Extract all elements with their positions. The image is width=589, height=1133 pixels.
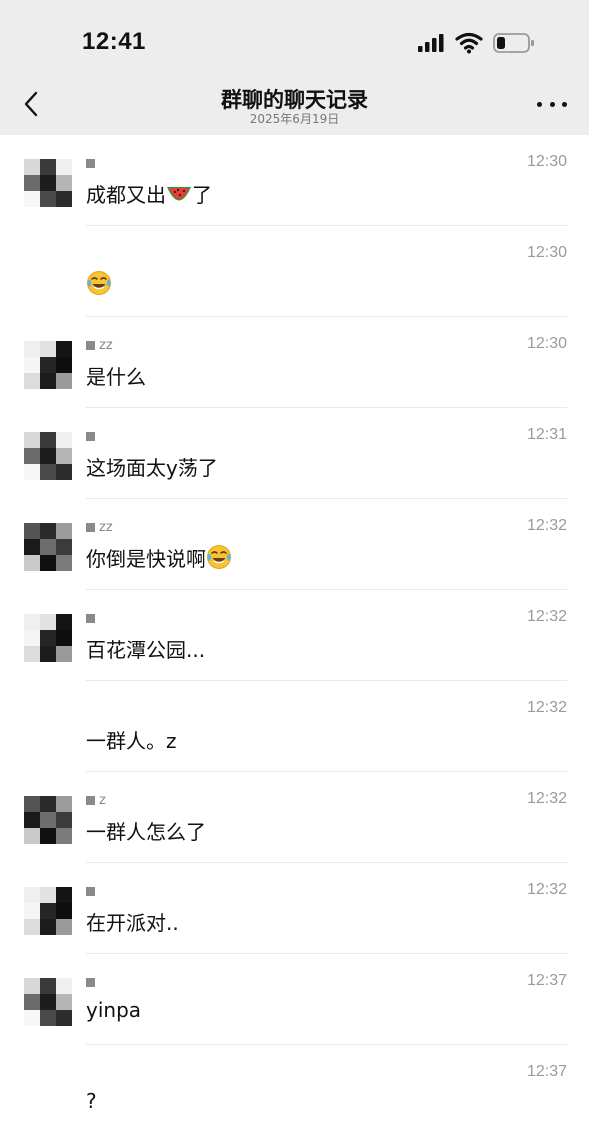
more-dot: [562, 101, 567, 107]
message-row[interactable]: 12:30 成都又出 了: [0, 135, 589, 226]
message-row[interactable]: 12:32 一群人。z: [0, 681, 589, 772]
message-text: ?: [86, 1089, 97, 1113]
message-time: 12:37: [526, 972, 567, 989]
top-bar: 12:41 群聊的聊天记录 2025年6月19日: [0, 0, 589, 135]
message-text: 这场面太y荡了: [86, 452, 218, 481]
more-dot: [549, 101, 555, 107]
message-row[interactable]: 12:30: [0, 226, 589, 317]
avatar[interactable]: [24, 978, 72, 1026]
blurred-name-block: [86, 431, 95, 441]
message-text: 是什么: [86, 361, 146, 390]
sender-name-text: zz: [99, 337, 113, 353]
message-body: 这场面太y荡了: [86, 456, 218, 480]
avatar[interactable]: [24, 796, 72, 844]
message-text: 一群人怎么了: [86, 816, 206, 845]
blurred-name-block: [86, 340, 95, 350]
message-body: 是什么: [86, 365, 146, 389]
blurred-name-block: [86, 613, 95, 623]
pixelated-avatar-icon: [24, 432, 72, 480]
message-body: 你倒是快说啊: [86, 547, 206, 571]
message-text: yinpa: [86, 998, 141, 1022]
message-time: 12:37: [526, 1063, 567, 1080]
pixelated-avatar-icon: [24, 887, 72, 935]
sender-name: [86, 610, 99, 626]
blurred-name-block: [86, 977, 95, 987]
sender-name: [86, 974, 99, 990]
wifi-icon: [455, 32, 483, 54]
laughing-crying-emoji-icon: [87, 271, 111, 295]
message-row[interactable]: zz 12:30 是什么: [0, 317, 589, 408]
status-icons: [417, 32, 535, 54]
message-text: 一群人。z: [86, 725, 177, 754]
pixelated-avatar-icon: [24, 341, 72, 389]
message-row[interactable]: z 12:32 一群人怎么了: [0, 772, 589, 863]
message-list[interactable]: 12:30 成都又出 了 12:30 zz 12:30 是什么 12:31 这场面太y荡了 zz 1…: [0, 135, 589, 1133]
more-dot: [537, 101, 542, 107]
battery-icon: [493, 33, 534, 53]
message-row[interactable]: zz 12:32 你倒是快说啊: [0, 499, 589, 590]
sender-name: zz: [86, 519, 113, 535]
blurred-name-block: [86, 522, 95, 532]
page-date: 2025年6月19日: [249, 112, 340, 126]
sender-name-text: zz: [99, 519, 113, 535]
message-time: 12:32: [526, 881, 567, 898]
avatar[interactable]: [24, 614, 72, 662]
blurred-name-block: [86, 886, 95, 896]
avatar[interactable]: [24, 341, 72, 389]
tears-of-joy-emoji-icon: [207, 545, 231, 569]
message-text: 成都又出 了: [86, 179, 212, 208]
more-button[interactable]: [537, 94, 567, 114]
sender-name: zz: [86, 337, 113, 353]
message-body: 一群人。z: [86, 729, 177, 753]
avatar[interactable]: [24, 432, 72, 480]
message-time: 12:30: [526, 153, 567, 170]
message-time: 12:30: [526, 335, 567, 352]
message-row[interactable]: 12:37 yinpa: [0, 954, 589, 1045]
sender-name: [86, 428, 99, 444]
message-time: 12:32: [526, 699, 567, 716]
pixelated-avatar-icon: [24, 614, 72, 662]
message-time: 12:31: [526, 426, 567, 443]
pixelated-avatar-icon: [24, 523, 72, 571]
message-body: 在开派对..: [86, 911, 179, 935]
message-body: yinpa: [86, 998, 142, 1022]
avatar[interactable]: [24, 887, 72, 935]
message-text: [86, 270, 112, 297]
message-time: 12:32: [526, 790, 567, 807]
message-body: ?: [86, 1089, 97, 1113]
sender-name: z: [86, 792, 106, 808]
pixelated-avatar-icon: [24, 796, 72, 844]
message-suffix: 了: [192, 183, 212, 207]
message-row[interactable]: 12:32 在开派对..: [0, 863, 589, 954]
message-text: 在开派对..: [86, 907, 179, 936]
message-row[interactable]: 12:32 百花潭公园...: [0, 590, 589, 681]
message-time: 12:30: [526, 244, 567, 261]
chat-history-screen: 12:41 群聊的聊天记录 2025年6月19日 12:30 成都又出 了 12…: [0, 0, 589, 1133]
signal-icon: [418, 34, 444, 52]
sender-name: [86, 883, 99, 899]
message-body: 成都又出: [86, 183, 166, 207]
message-body: 百花潭公园...: [86, 638, 206, 662]
status-time: 12:41: [82, 28, 146, 55]
watermelon-emoji-icon: [167, 187, 191, 201]
message-row[interactable]: 12:31 这场面太y荡了: [0, 408, 589, 499]
message-time: 12:32: [526, 608, 567, 625]
message-body: 一群人怎么了: [86, 820, 206, 844]
avatar[interactable]: [24, 159, 72, 207]
message-row[interactable]: 12:37?: [0, 1045, 589, 1133]
blurred-name-block: [86, 158, 95, 168]
sender-name-text: z: [99, 792, 106, 808]
avatar[interactable]: [24, 523, 72, 571]
pixelated-avatar-icon: [24, 978, 72, 1026]
message-time: 12:32: [526, 517, 567, 534]
message-text: 你倒是快说啊: [86, 543, 232, 572]
sender-name: [86, 155, 99, 171]
message-text: 百花潭公园...: [86, 634, 205, 663]
pixelated-avatar-icon: [24, 159, 72, 207]
blurred-name-block: [86, 795, 95, 805]
